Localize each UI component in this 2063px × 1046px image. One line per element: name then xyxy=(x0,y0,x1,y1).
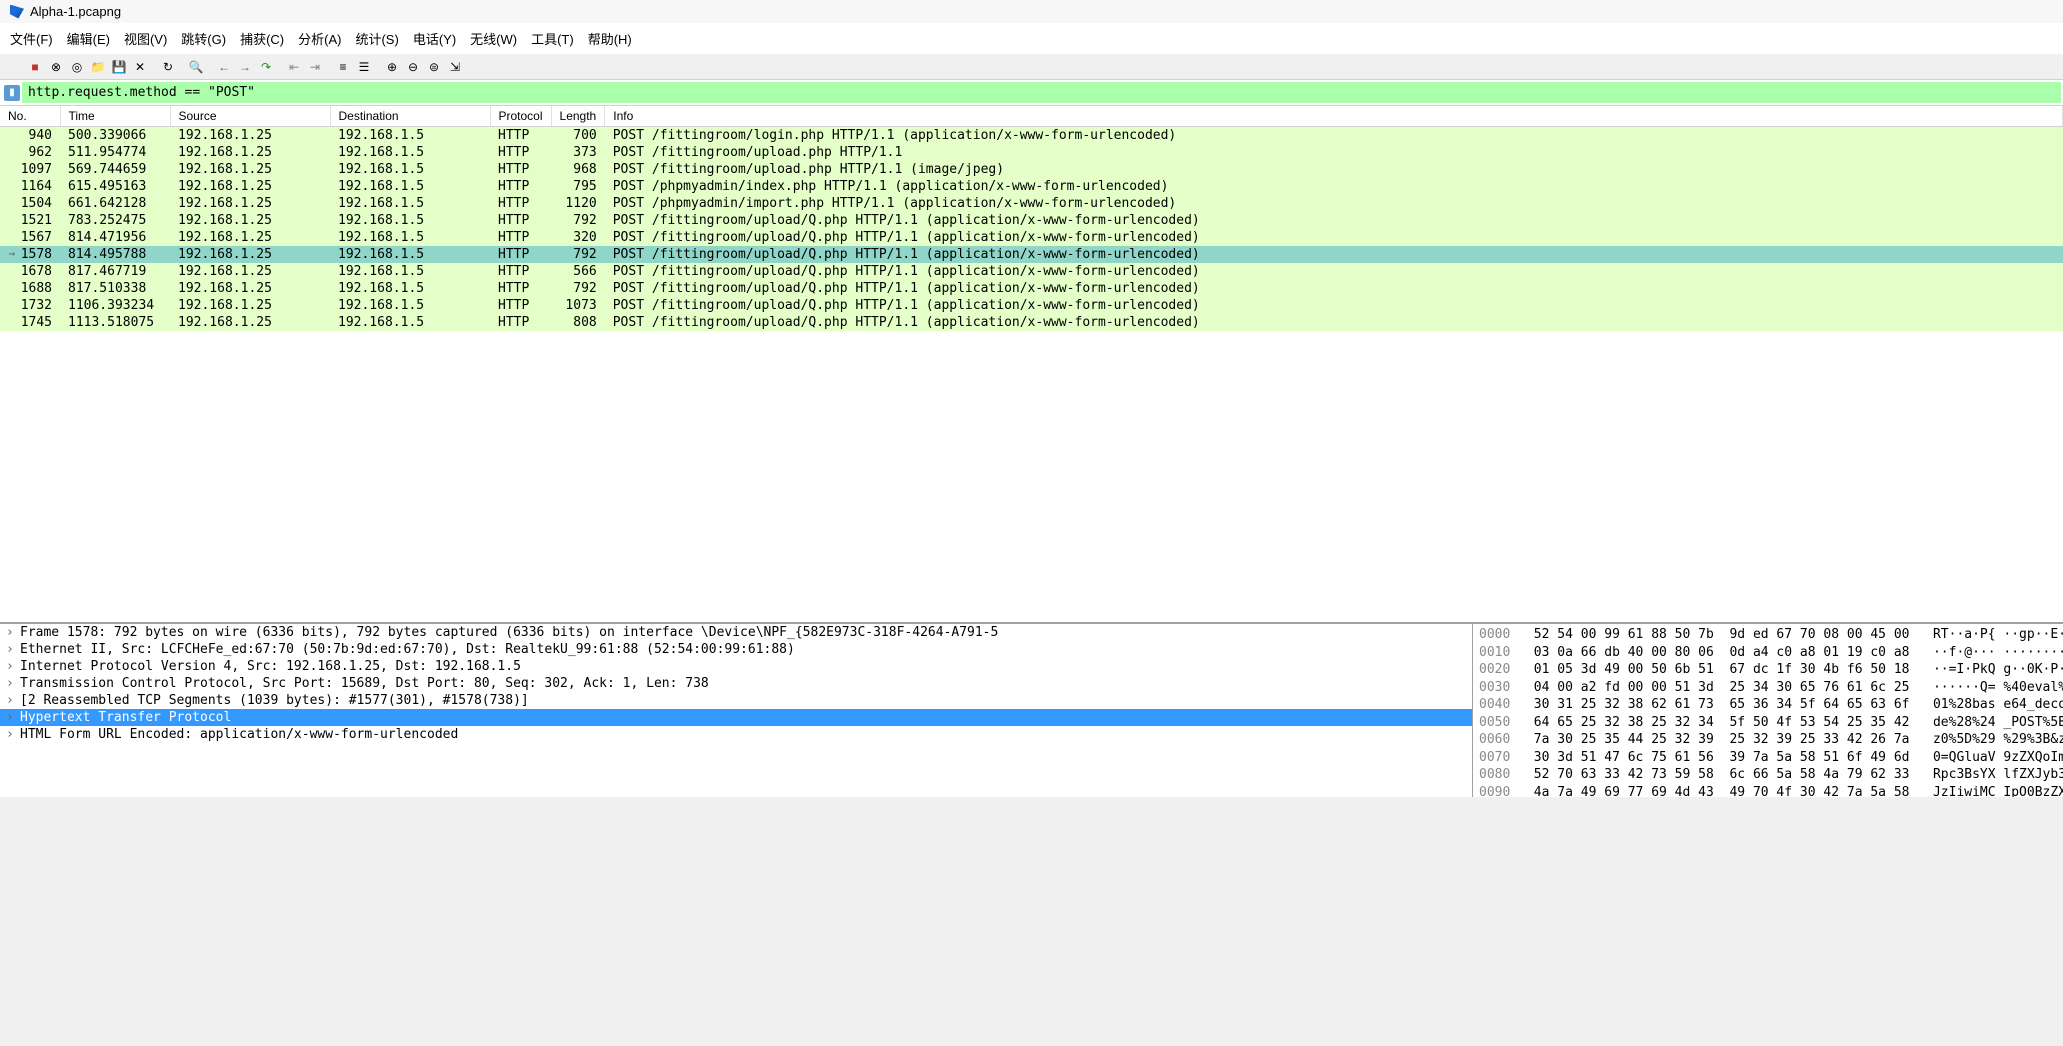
tree-item[interactable]: HTML Form URL Encoded: application/x-www… xyxy=(0,726,1472,743)
menu-item[interactable]: 无线(W) xyxy=(464,26,523,51)
packet-details-pane[interactable]: Frame 1578: 792 bytes on wire (6336 bits… xyxy=(0,624,1473,797)
menu-item[interactable]: 工具(T) xyxy=(525,26,580,51)
packet-bytes-pane[interactable]: 0000 52 54 00 99 61 88 50 7b 9d ed 67 70… xyxy=(1473,624,2063,797)
save-icon[interactable]: 💾 xyxy=(109,57,129,77)
tree-item[interactable]: Ethernet II, Src: LCFCHeFe_ed:67:70 (50:… xyxy=(0,641,1472,658)
square-icon[interactable]: ■ xyxy=(25,57,45,77)
menu-bar: 文件(F)编辑(E)视图(V)跳转(G)捕获(C)分析(A)统计(S)电话(Y)… xyxy=(0,23,2063,54)
app-icon xyxy=(10,5,24,19)
packet-row[interactable]: 1097569.744659192.168.1.25192.168.1.5HTT… xyxy=(0,161,2063,178)
target-icon[interactable]: ◎ xyxy=(67,57,87,77)
menu-item[interactable]: 文件(F) xyxy=(4,26,59,51)
reload-icon[interactable]: ↻ xyxy=(158,57,178,77)
menu-item[interactable]: 帮助(H) xyxy=(582,26,638,51)
zoom-in-icon[interactable]: ⊕ xyxy=(382,57,402,77)
packet-row[interactable]: 962511.954774192.168.1.25192.168.1.5HTTP… xyxy=(0,144,2063,161)
fin-icon[interactable] xyxy=(4,57,24,77)
menu-item[interactable]: 视图(V) xyxy=(118,26,173,51)
display-filter-input[interactable] xyxy=(22,82,2061,103)
back-g-icon[interactable]: ← xyxy=(214,57,234,77)
tree-item[interactable]: Hypertext Transfer Protocol xyxy=(0,709,1472,726)
menu-item[interactable]: 分析(A) xyxy=(292,26,347,51)
packet-row[interactable]: 1688817.510338192.168.1.25192.168.1.5HTT… xyxy=(0,280,2063,297)
close-icon[interactable]: ✕ xyxy=(130,57,150,77)
window-title: Alpha-1.pcapng xyxy=(30,4,121,19)
column-header[interactable]: Destination xyxy=(330,106,490,127)
list1-icon[interactable]: ≡ xyxy=(333,57,353,77)
column-header[interactable]: Source xyxy=(170,106,330,127)
menu-item[interactable]: 捕获(C) xyxy=(234,26,290,51)
packet-list-pane[interactable]: No.TimeSourceDestinationProtocolLengthIn… xyxy=(0,106,2063,622)
circlex-icon[interactable]: ⊗ xyxy=(46,57,66,77)
packet-list-header[interactable]: No.TimeSourceDestinationProtocolLengthIn… xyxy=(0,106,2063,127)
menu-item[interactable]: 编辑(E) xyxy=(61,26,116,51)
column-header[interactable]: Length xyxy=(551,106,605,127)
menu-item[interactable]: 电话(Y) xyxy=(407,26,462,51)
packet-row[interactable]: 1504661.642128192.168.1.25192.168.1.5HTT… xyxy=(0,195,2063,212)
tree-item[interactable]: Transmission Control Protocol, Src Port:… xyxy=(0,675,1472,692)
tree-item[interactable]: Internet Protocol Version 4, Src: 192.16… xyxy=(0,658,1472,675)
packet-row[interactable]: 17321106.393234192.168.1.25192.168.1.5HT… xyxy=(0,297,2063,314)
tree-item[interactable]: [2 Reassembled TCP Segments (1039 bytes)… xyxy=(0,692,1472,709)
zoom-fit-icon[interactable]: ⊜ xyxy=(424,57,444,77)
search-icon[interactable]: 🔍 xyxy=(186,57,206,77)
packet-row[interactable]: →1578814.495788192.168.1.25192.168.1.5HT… xyxy=(0,246,2063,263)
title-bar: Alpha-1.pcapng xyxy=(0,0,2063,23)
back-b-icon[interactable]: ⇤ xyxy=(284,57,304,77)
fwd-g-icon[interactable]: → xyxy=(235,57,255,77)
column-header[interactable]: No. xyxy=(0,106,60,127)
column-header[interactable]: Info xyxy=(605,106,2063,127)
zoom-out-icon[interactable]: ⊖ xyxy=(403,57,423,77)
jump-up-icon[interactable]: ↷ xyxy=(256,57,276,77)
menu-item[interactable]: 跳转(G) xyxy=(175,26,232,51)
bookmark-icon[interactable]: ▮ xyxy=(4,85,20,101)
tree-item[interactable]: Frame 1578: 792 bytes on wire (6336 bits… xyxy=(0,624,1472,641)
column-header[interactable]: Time xyxy=(60,106,170,127)
fwd-b-icon[interactable]: ⇥ xyxy=(305,57,325,77)
packet-row[interactable]: 1678817.467719192.168.1.25192.168.1.5HTT… xyxy=(0,263,2063,280)
filter-bar: ▮ xyxy=(0,80,2063,106)
list2-icon[interactable]: ☰ xyxy=(354,57,374,77)
resize-icon[interactable]: ⇲ xyxy=(445,57,465,77)
packet-row[interactable]: 1164615.495163192.168.1.25192.168.1.5HTT… xyxy=(0,178,2063,195)
packet-row[interactable]: 1567814.471956192.168.1.25192.168.1.5HTT… xyxy=(0,229,2063,246)
packet-row[interactable]: 17451113.518075192.168.1.25192.168.1.5HT… xyxy=(0,314,2063,331)
packet-row[interactable]: 1521783.252475192.168.1.25192.168.1.5HTT… xyxy=(0,212,2063,229)
menu-item[interactable]: 统计(S) xyxy=(349,26,404,51)
toolbar: ■⊗◎📁💾✕ ↻ 🔍 ←→↷ ⇤⇥ ≡☰ ⊕⊖⊜⇲ xyxy=(0,54,2063,80)
column-header[interactable]: Protocol xyxy=(490,106,551,127)
packet-row[interactable]: 940500.339066192.168.1.25192.168.1.5HTTP… xyxy=(0,127,2063,145)
folder-icon[interactable]: 📁 xyxy=(88,57,108,77)
